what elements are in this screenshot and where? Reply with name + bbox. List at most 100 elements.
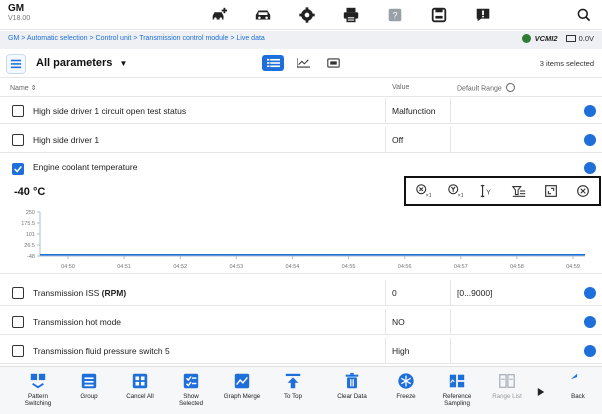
row-checkbox-checked[interactable] [12,163,24,175]
toolbar-next-icon[interactable] [537,384,545,402]
parameter-value: High [392,346,410,356]
column-divider [450,98,451,123]
save-icon[interactable] [420,5,458,25]
printer-icon[interactable] [332,5,370,25]
table-row[interactable]: Transmission ISS (RPM) 0 [0...9000] [0,280,602,306]
car-icon[interactable] [244,5,282,25]
toolbar-label: Group [80,393,98,400]
x-tick-label: 04:55 [342,264,356,270]
svg-text:×1: ×1 [458,193,463,199]
x-tick-label: 04:52 [173,264,187,270]
parameter-value: Malfunction [392,106,436,116]
row-checkbox[interactable] [12,345,24,357]
search-icon[interactable] [574,5,594,25]
column-name-label: Name [10,85,29,92]
more-options-icon[interactable] [584,105,596,117]
more-options-icon[interactable] [584,162,596,174]
toolbar-label: Cancel All [126,393,154,400]
row-checkbox[interactable] [12,105,24,117]
parameter-filter-label: All parameters [36,57,113,69]
parameter-name: High side driver 1 [33,135,100,145]
toolbar-label: To Top [283,393,303,400]
parameter-name-text: Transmission ISS [33,288,100,298]
menu-icon[interactable] [6,54,26,74]
show-selected-icon [183,373,199,389]
list-view-icon[interactable] [262,55,284,71]
brand: GM V18.00 [8,3,30,24]
battery-icon [565,35,576,42]
group-button[interactable]: Group [67,372,111,400]
dashboard-view-icon[interactable] [322,55,344,71]
svg-text:×1: ×1 [426,193,431,199]
parameter-unit: (RPM) [101,288,127,298]
row-checkbox[interactable] [12,287,24,299]
x-tick-label: 04:58 [510,264,524,270]
live-value: -40 °C [14,186,46,198]
back-arrow-icon [570,373,578,380]
voltage-value: 0.0V [578,34,594,43]
close-icon[interactable] [568,180,598,202]
parameter-value: 0 [392,288,397,298]
table-row[interactable]: High side driver 1 circuit open test sta… [0,98,602,124]
column-divider [385,98,386,123]
x-tick-label: 04:51 [117,264,131,270]
parameter-value: Off [392,135,404,145]
show-selected-button[interactable]: Show Selected [169,372,213,407]
expanded-parameter-row[interactable]: Engine coolant temperature -40 °C ×1 ×1 … [0,156,602,274]
table-row[interactable]: Transmission fluid pressure switch 5 Hig… [0,338,602,364]
back-button[interactable]: Back [556,372,600,400]
more-options-icon[interactable] [584,345,596,357]
freeze-icon [398,373,414,389]
freeze-button[interactable]: Freeze [384,372,428,400]
y-axis-range-icon[interactable]: Y [472,180,502,202]
gear-icon[interactable] [288,5,326,25]
fullscreen-icon[interactable] [536,180,566,202]
parameter-header: All parameters ▼ 3 items selected [0,50,602,78]
zoom-y-icon[interactable]: ×1 [440,180,470,202]
graph-view-icon[interactable] [292,55,314,71]
connection-status: VCMI2 0.0V [521,34,594,43]
clear-data-button[interactable]: Clear Data [330,372,374,400]
range-list-button[interactable]: Range List [485,372,529,400]
feedback-icon[interactable] [464,5,502,25]
column-divider [385,338,386,363]
parameter-filter-dropdown[interactable]: All parameters ▼ [36,57,127,69]
column-divider [450,309,451,334]
zoom-x-icon[interactable]: ×1 [408,180,438,202]
graph-merge-icon [234,373,250,389]
table-row[interactable]: Transmission hot mode NO [0,309,602,335]
view-toggle-group [262,55,352,71]
x-tick-label: 04:50 [61,264,75,270]
row-checkbox[interactable] [12,316,24,328]
column-divider [385,309,386,334]
live-data-chart[interactable]: 250 175.5 101 26.5 -48 04:50 04:51 04:52 04:53 04… [0,208,602,274]
car-diagnose-icon[interactable] [200,5,238,25]
software-version: V18.00 [8,15,31,22]
filter-icon[interactable] [504,180,534,202]
x-tick-label: 04:53 [229,264,243,270]
parameter-name: Transmission fluid pressure switch 5 [33,346,170,356]
column-name[interactable]: Name ⇕ [10,84,37,92]
more-options-icon[interactable] [584,316,596,328]
breadcrumb[interactable]: GM > Automatic selection > Control unit … [8,35,265,42]
graph-merge-button[interactable]: Graph Merge [220,372,264,400]
svg-text:Y: Y [486,189,491,197]
table-row[interactable]: High side driver 1 Off [0,127,602,153]
selected-count: 3 items selected [539,59,594,68]
top-toolbar: ? [200,5,508,25]
pattern-switching-button[interactable]: Pattern Switching [16,372,60,407]
cancel-all-button[interactable]: Cancel All [118,372,162,400]
trash-icon [345,372,359,389]
to-top-button[interactable]: To Top [271,372,315,400]
sort-icon: ⇕ [30,85,37,92]
more-options-icon[interactable] [584,287,596,299]
toolbar-label: Graph Merge [223,393,261,400]
more-options-icon[interactable] [584,134,596,146]
row-checkbox[interactable] [12,134,24,146]
reference-sampling-icon [449,374,465,388]
range-settings-icon[interactable] [505,83,515,92]
x-tick-label: 04:57 [454,264,468,270]
help-icon[interactable]: ? [376,5,414,25]
vehicle-brand: GM [8,3,25,14]
reference-sampling-button[interactable]: Reference Sampling [435,372,479,407]
